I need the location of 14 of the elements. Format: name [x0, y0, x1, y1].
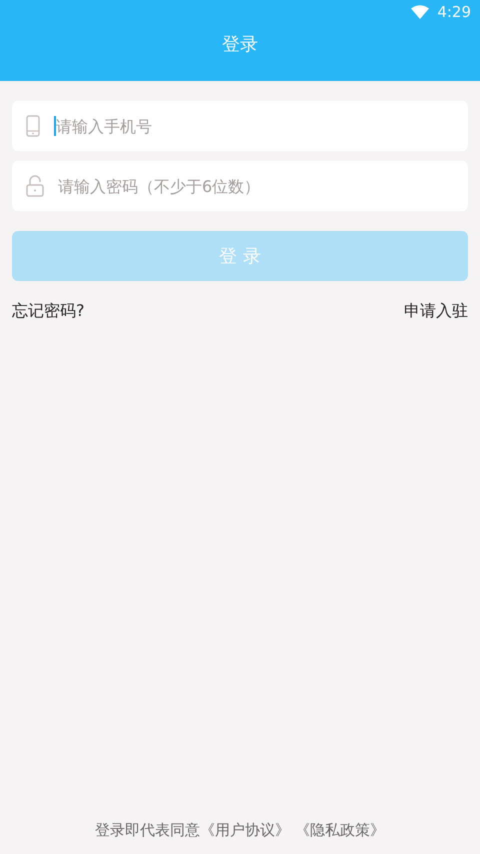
text-input[interactable]: 请输入手机号 [56, 116, 454, 136]
apply-link[interactable]: 申请入驻 [404, 301, 468, 322]
lock-icon [26, 175, 44, 197]
wifi-icon [411, 5, 430, 19]
agreement-link[interactable]: 《用户协议》 [200, 821, 290, 839]
agreement-link[interactable]: 《隐私政策》 [294, 821, 385, 839]
status-time: 4:29 [437, 3, 471, 21]
agreement-text: 登录即代表同意《用户协议》 《隐私政策》 [94, 821, 386, 840]
phone-icon [26, 115, 40, 137]
page-title: 登录 [222, 33, 258, 56]
input-field[interactable]: 请输入密码（不少于6位数） [12, 161, 468, 211]
text-input[interactable]: 请输入密码（不少于6位数） [58, 176, 454, 196]
input-field[interactable]: 请输入手机号 [12, 101, 468, 151]
forgot-password-link[interactable]: 忘记密码? [12, 301, 84, 322]
